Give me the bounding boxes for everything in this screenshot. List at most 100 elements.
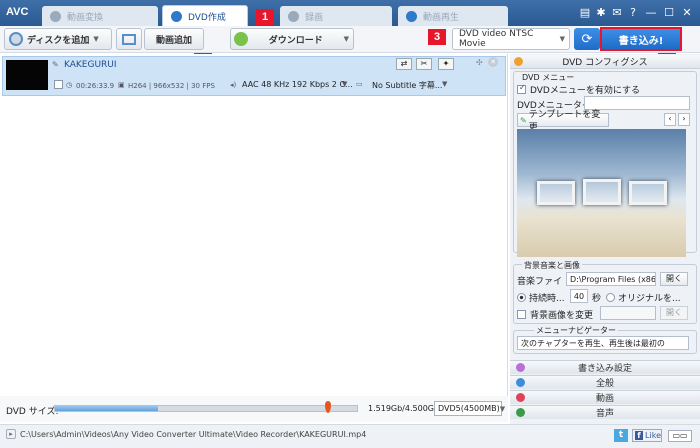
add-video-button[interactable]: 動画追加 — [144, 28, 204, 50]
add-disc-button[interactable]: ディスクを追加 ▼ — [4, 28, 112, 50]
tab-record[interactable]: 録画 — [280, 6, 392, 26]
item-checkbox[interactable] — [54, 80, 63, 89]
original-label: オリジナルを... — [618, 294, 681, 304]
app-logo: AVC — [6, 6, 29, 18]
bg-image-input[interactable] — [600, 306, 656, 320]
video-icon — [516, 393, 525, 402]
subtitle-icon: ▭ — [356, 80, 363, 88]
enable-menu-checkbox[interactable]: ✓ — [517, 83, 526, 94]
video-info-icon: ▣ — [118, 81, 125, 89]
film-icon — [122, 33, 136, 45]
file-name[interactable]: KAKEGURUI — [64, 60, 117, 70]
tab-dvd-create[interactable]: DVD作成 — [162, 5, 248, 26]
burn-button[interactable]: 書き込み! — [600, 27, 682, 51]
audio-icon — [516, 408, 525, 417]
help-icon[interactable]: ? — [626, 6, 640, 19]
tab-label: DVD作成 — [188, 12, 226, 23]
duration-input[interactable]: 40 — [570, 289, 588, 303]
enable-menu-row[interactable]: ✓ DVDメニューを有効にする — [517, 83, 640, 96]
refresh-icon[interactable]: ⟳ — [574, 28, 600, 50]
chevron-down-icon: ▼ — [499, 404, 506, 413]
chevron-down-icon: ▼ — [559, 35, 565, 43]
move-icon[interactable]: ✣ — [476, 58, 483, 67]
section-video[interactable]: 動画 — [510, 390, 700, 404]
add-disc-label: ディスクを追加 — [27, 35, 90, 46]
section-label: 動画 — [595, 394, 614, 404]
bg-group-label: 背景音楽と画像 — [522, 260, 582, 271]
dvd-size-track — [54, 405, 358, 412]
video-info: H264 | 966x532 | 30 FPS — [128, 82, 215, 90]
gear-icon[interactable]: ✱ — [594, 6, 608, 19]
settings-icon — [514, 57, 523, 66]
chevron-down-icon[interactable]: ▼ — [342, 80, 347, 88]
template-icon: ✎ — [520, 115, 527, 125]
seconds-label: 秒 — [592, 294, 602, 304]
enable-menu-label: DVDメニューを有効にする — [530, 86, 640, 96]
twitter-icon[interactable]: t — [614, 429, 628, 442]
section-general[interactable]: 全般 — [510, 375, 700, 389]
section-label: 書き込み設定 — [577, 364, 632, 374]
general-icon — [516, 378, 525, 387]
open-music-button[interactable]: 開く — [660, 272, 688, 286]
callout-3: 3 — [428, 29, 446, 45]
section-label: 全般 — [595, 379, 614, 389]
tab-play[interactable]: 動画再生 — [398, 6, 508, 26]
nav-group-label: メニューナビゲーター — [534, 325, 618, 336]
tab-video-convert[interactable]: 動画変換 — [42, 6, 158, 26]
nav-select[interactable]: 次のチャプターを再生、再生後は最初の — [517, 336, 689, 350]
maximize-icon[interactable]: ☐ — [662, 6, 676, 19]
video-thumbnail[interactable] — [6, 60, 48, 90]
section-burn-settings[interactable]: 書き込み設定 — [510, 360, 700, 374]
change-template-button[interactable]: ✎ テンプレートを変更 — [517, 110, 609, 133]
duration-radio[interactable] — [517, 293, 526, 302]
open-bg-button[interactable]: 開く — [660, 306, 688, 320]
info-icon[interactable]: ▤ — [578, 6, 592, 19]
original-radio[interactable] — [606, 293, 615, 302]
next-template-button[interactable]: › — [678, 113, 690, 126]
disc-type-select[interactable]: DVD5(4500MB) ▼ — [434, 401, 506, 416]
tab-label: 動画変換 — [67, 12, 104, 23]
file-path: C:\Users\Admin\Videos\Any Video Converte… — [20, 430, 367, 439]
tab-label: 動画再生 — [423, 12, 460, 23]
minimize-icon[interactable]: — — [644, 6, 658, 19]
panel-toggle-icon[interactable]: ▸ — [6, 429, 16, 439]
fullscreen-icon[interactable]: ▭▭ — [668, 430, 692, 442]
format-select[interactable]: DVD video NTSC Movie ▼ — [452, 28, 570, 50]
tab-label: 録画 — [305, 12, 324, 23]
scissors-icon[interactable]: ✂ — [416, 58, 432, 70]
prev-template-button[interactable]: ‹ — [664, 113, 676, 126]
chevron-down-icon[interactable]: ▼ — [442, 80, 447, 88]
section-audio[interactable]: 音声 — [510, 405, 700, 419]
music-file-label: 音楽ファイ — [517, 277, 563, 287]
facebook-icon: f — [635, 431, 644, 440]
duration-row: 持続時... — [517, 291, 565, 304]
effects-icon[interactable]: ✦ — [438, 58, 454, 70]
download-icon — [234, 32, 248, 46]
disc-add-icon — [9, 32, 23, 46]
facebook-like-button[interactable]: f Like — [632, 429, 662, 442]
music-file-input[interactable]: D:\Program Files (x86)\ — [566, 272, 656, 286]
chevron-down-icon: ▼ — [93, 35, 99, 43]
config-title: DVD コンフィグシス — [562, 58, 648, 68]
preview-frame — [583, 179, 621, 205]
film-add-button[interactable] — [116, 28, 142, 50]
remove-icon[interactable]: ✕ — [488, 57, 498, 67]
audio-track[interactable]: AAC 48 KHz 192 Kbps 2 C... — [242, 80, 353, 89]
menu-group-label: DVD メニュー — [520, 72, 577, 83]
mail-icon[interactable]: ✉ — [610, 6, 624, 19]
item-checkbox-wrap — [54, 80, 63, 92]
file-list-pane — [0, 54, 508, 396]
chevron-down-icon: ▼ — [343, 35, 349, 43]
burn-settings-icon — [516, 363, 525, 372]
close-icon[interactable]: ✕ — [680, 6, 694, 19]
change-bg-label: 背景画像を変更 — [530, 311, 594, 321]
dvd-size-value: 1.519Gb/4.500Gb — [368, 404, 440, 413]
change-bg-checkbox[interactable] — [517, 310, 526, 319]
dvd-size-fill — [55, 406, 158, 411]
edit-icon[interactable]: ✎ — [52, 60, 59, 69]
callout-1: 1 — [256, 9, 274, 25]
swap-icon[interactable]: ⇄ — [396, 58, 412, 70]
audio-icon: ◂) — [230, 81, 237, 89]
subtitle-track[interactable]: No Subtitle 字幕... — [372, 80, 442, 91]
download-button[interactable]: ダウンロード ▼ — [230, 28, 354, 50]
